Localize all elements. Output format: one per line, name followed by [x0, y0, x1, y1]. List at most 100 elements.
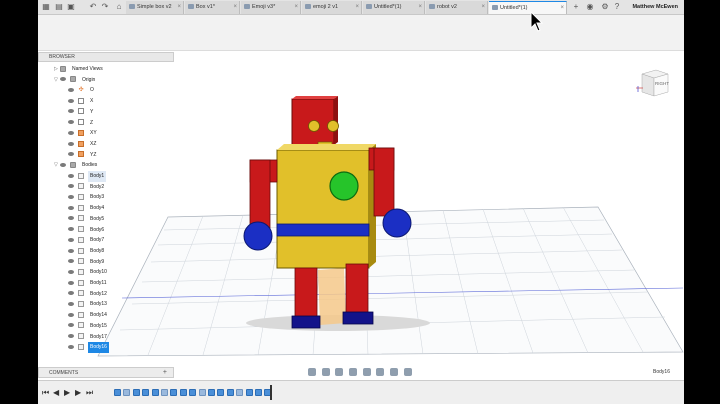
save-icon[interactable]: ▣	[66, 2, 76, 12]
timeline-feature-icon[interactable]	[132, 389, 140, 396]
tree-body-item[interactable]: Body15	[68, 321, 109, 332]
tree-body-item[interactable]: Body17	[68, 332, 109, 343]
eye-icon[interactable]	[68, 120, 74, 125]
tree-body-item[interactable]: Body12	[68, 289, 109, 300]
eye-icon[interactable]	[68, 195, 74, 200]
tree-body-item[interactable]: Body14	[68, 310, 109, 321]
timeline-feature-icon[interactable]	[123, 389, 131, 396]
gear-icon[interactable]: ⚙	[600, 2, 610, 12]
tree-body-item[interactable]: Body5	[68, 214, 106, 225]
tab-emoji-v3[interactable]: Emoji v3* ×	[241, 1, 301, 14]
timeline-marker[interactable]	[270, 385, 272, 400]
tree-origin-item[interactable]: Y	[68, 107, 95, 118]
close-icon[interactable]: ×	[355, 1, 359, 14]
app-menu-icon[interactable]: ▦	[41, 2, 51, 12]
tree-body-item[interactable]: Body8	[68, 246, 106, 257]
eye-icon[interactable]	[68, 302, 74, 307]
timeline-feature-icon[interactable]	[114, 389, 121, 396]
close-icon[interactable]: ×	[481, 1, 485, 14]
chevron-down-icon[interactable]: ▽	[54, 160, 60, 171]
play-icon[interactable]: ▶	[64, 388, 70, 398]
eye-icon[interactable]	[68, 141, 74, 146]
tree-origin-item[interactable]: YZ	[68, 150, 98, 161]
tab-simple-box[interactable]: Simple box v2 ×	[126, 1, 184, 14]
plus-icon[interactable]: +	[571, 2, 581, 12]
zoom-icon[interactable]	[349, 368, 358, 376]
eye-icon[interactable]	[68, 130, 74, 135]
timeline-feature-icon[interactable]	[189, 389, 197, 396]
tree-origin-item[interactable]: XZ	[68, 139, 98, 150]
timeline-feature-icon[interactable]	[170, 389, 178, 396]
eye-icon[interactable]	[68, 323, 74, 328]
orbit-icon[interactable]	[308, 368, 316, 376]
step-forward-icon[interactable]: ▶	[75, 388, 81, 398]
close-icon[interactable]: ×	[560, 2, 564, 14]
tree-bodies[interactable]: ▽ Bodies	[54, 160, 99, 171]
tree-origin-item[interactable]: Z	[68, 118, 95, 129]
timeline-feature-icon[interactable]	[208, 389, 215, 396]
eye-icon[interactable]	[68, 312, 74, 317]
timeline-feature-icon[interactable]	[142, 389, 150, 396]
undo-icon[interactable]: ↶	[88, 2, 98, 12]
redo-icon[interactable]: ↷	[100, 2, 110, 12]
plus-icon[interactable]: +	[163, 368, 167, 378]
timeline-feature-icon[interactable]	[198, 389, 206, 396]
step-back-icon[interactable]: ◀	[53, 388, 59, 398]
timeline-feature-icon[interactable]	[217, 389, 225, 396]
eye-icon[interactable]	[68, 205, 74, 210]
home-icon[interactable]: ⌂	[114, 2, 124, 12]
tree-body-item[interactable]: Body9	[68, 257, 106, 268]
tree-body-item[interactable]: Body1	[68, 171, 107, 182]
tab-emoji-2[interactable]: emoji 2 v1 ×	[302, 1, 362, 14]
eye-icon[interactable]	[68, 334, 74, 339]
tree-origin-item[interactable]: ✣ O	[68, 85, 96, 96]
tree-body-item[interactable]: Body11	[68, 278, 109, 289]
tree-body-item[interactable]: Body7	[68, 235, 106, 246]
close-icon[interactable]: ×	[418, 1, 422, 14]
timeline-feature-icon[interactable]	[245, 389, 253, 396]
eye-icon[interactable]	[68, 98, 74, 103]
tab-untitled-active[interactable]: Untitled*(1) ×	[489, 1, 567, 14]
comments-panel[interactable]: COMMENTS +	[38, 367, 174, 378]
eye-icon[interactable]	[60, 77, 66, 82]
eye-icon[interactable]	[68, 248, 74, 253]
chevron-down-icon[interactable]: ▽	[54, 75, 60, 86]
eye-icon[interactable]	[68, 184, 74, 189]
timeline-feature-icon[interactable]	[151, 389, 159, 396]
tree-origin[interactable]: ▽ Origin	[54, 75, 97, 86]
eye-icon[interactable]	[68, 109, 74, 114]
tree-body-item[interactable]: Body4	[68, 203, 106, 214]
look-at-icon[interactable]	[321, 368, 330, 376]
tree-body-item[interactable]: Body2	[68, 182, 106, 193]
tree-body-item[interactable]: Body10	[68, 267, 109, 278]
eye-icon[interactable]	[68, 344, 74, 349]
tree-named-views[interactable]: ▷ Named Views	[54, 64, 105, 75]
go-to-start-icon[interactable]: ⏮	[42, 388, 49, 398]
close-icon[interactable]: ×	[177, 1, 181, 14]
timeline-feature-icon[interactable]	[179, 389, 187, 396]
close-icon[interactable]: ×	[233, 1, 237, 14]
display-settings-icon[interactable]	[376, 368, 385, 376]
pan-icon[interactable]	[335, 368, 344, 376]
eye-icon[interactable]	[60, 162, 66, 167]
tree-body-item[interactable]: Body16	[68, 342, 109, 353]
tree-origin-item[interactable]: XY	[68, 128, 99, 139]
tree-origin-item[interactable]: X	[68, 96, 95, 107]
browser-header[interactable]: BROWSER	[38, 52, 174, 62]
new-file-icon[interactable]: ▤	[54, 2, 64, 12]
job-status-icon[interactable]: ◉	[585, 2, 595, 12]
go-to-end-icon[interactable]: ⏭	[86, 388, 93, 398]
eye-icon[interactable]	[68, 269, 74, 274]
eye-icon[interactable]	[68, 152, 74, 157]
help-icon[interactable]: ?	[612, 2, 622, 12]
timeline-feature-icon[interactable]	[255, 389, 262, 396]
view-cube[interactable]: RIGHT	[636, 69, 669, 97]
tree-body-item[interactable]: Body6	[68, 225, 106, 236]
grid-settings-icon[interactable]	[390, 368, 399, 376]
timeline-feature-icon[interactable]	[161, 389, 168, 396]
timeline-feature-icon[interactable]	[236, 389, 244, 396]
tab-untitled-1[interactable]: Untitled*(1) ×	[363, 1, 425, 14]
close-icon[interactable]: ×	[294, 1, 298, 14]
eye-icon[interactable]	[68, 259, 74, 264]
tree-body-item[interactable]: Body13	[68, 299, 109, 310]
